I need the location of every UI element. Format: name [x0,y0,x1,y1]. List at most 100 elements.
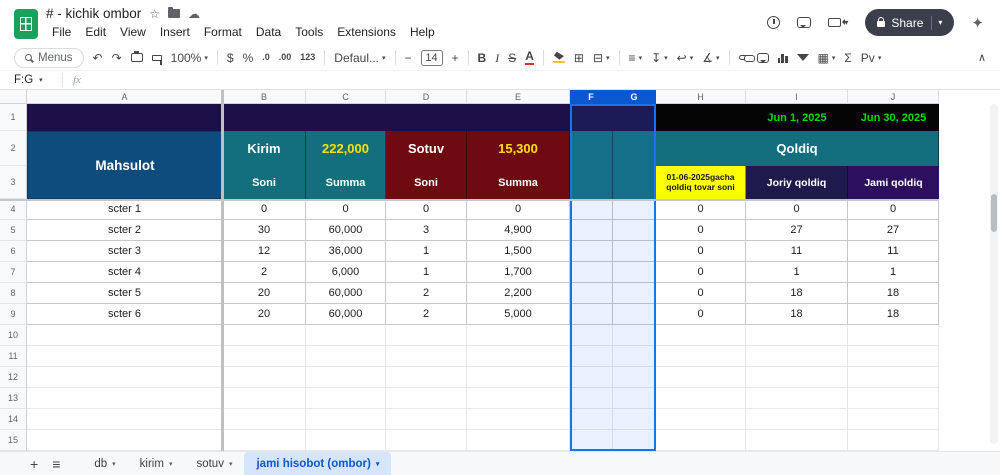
cell-G7[interactable] [613,262,656,283]
cell-J14[interactable] [848,409,939,430]
sheets-logo[interactable] [14,8,38,39]
col-header-H[interactable]: H [656,90,746,104]
cell-I7[interactable]: 1 [746,262,848,283]
cell-H10[interactable] [656,325,746,346]
cell-G9[interactable] [613,304,656,325]
col-header-A[interactable]: A [27,90,223,104]
cell-B14[interactable] [223,409,306,430]
cell-B5[interactable]: 30 [223,220,306,241]
sheet-tab-menu-icon[interactable]: ▾ [169,460,173,468]
cell-D14[interactable] [386,409,467,430]
print-icon[interactable] [130,51,143,62]
frozen-row-divider[interactable] [0,199,939,201]
cell-H6[interactable]: 0 [656,241,746,262]
cell-J12[interactable] [848,367,939,388]
cell-F3[interactable] [570,166,613,199]
cell-H8[interactable]: 0 [656,283,746,304]
cell-J5[interactable]: 27 [848,220,939,241]
cell-E12[interactable] [467,367,570,388]
cell-H3[interactable]: 01-06-2025gacha qoldiq tovar soni [656,166,746,199]
menu-tools[interactable]: Tools [289,25,329,39]
decrease-decimals-button[interactable]: .0 [262,53,270,62]
cell-F1[interactable] [570,104,613,131]
cell-J7[interactable]: 1 [848,262,939,283]
cell-A9[interactable]: scter 6 [27,304,223,325]
cell-C11[interactable] [306,346,386,367]
col-header-C[interactable]: C [306,90,386,104]
cell-C15[interactable] [306,430,386,451]
create-filter-icon[interactable] [796,54,809,61]
row-header-1[interactable]: 1 [0,104,27,131]
cell-D4[interactable]: 0 [386,199,467,220]
cell-B10[interactable] [223,325,306,346]
cell-H1[interactable] [656,104,746,131]
row-header-12[interactable]: 12 [0,367,27,388]
cell-A6[interactable]: scter 3 [27,241,223,262]
cell-C6[interactable]: 36,000 [306,241,386,262]
pivot-dropdown[interactable]: Pv [861,51,882,65]
col-header-B[interactable]: B [223,90,306,104]
cell-E15[interactable] [467,430,570,451]
frozen-column-divider[interactable] [221,90,224,451]
cell-J8[interactable]: 18 [848,283,939,304]
text-wrap-dropdown[interactable]: ↩ [677,51,694,65]
row-header-14[interactable]: 14 [0,409,27,430]
cell-B8[interactable]: 20 [223,283,306,304]
bold-button[interactable]: B [478,52,487,64]
name-box[interactable]: F:G ▾ [0,74,62,86]
cell-C3[interactable]: Summa [306,166,386,199]
cell-H15[interactable] [656,430,746,451]
vertical-scrollbar-thumb[interactable] [991,194,997,232]
cell-F14[interactable] [570,409,613,430]
cell-J4[interactable]: 0 [848,199,939,220]
hide-toolbar-button[interactable]: ∧ [978,51,986,64]
cell-A5[interactable]: scter 2 [27,220,223,241]
cell-A13[interactable] [27,388,223,409]
cell-G14[interactable] [613,409,656,430]
cell-I4[interactable]: 0 [746,199,848,220]
cell-G11[interactable] [613,346,656,367]
cell-A4[interactable]: scter 1 [27,199,223,220]
col-header-J[interactable]: J [848,90,939,104]
cell-E4[interactable]: 0 [467,199,570,220]
cell-A10[interactable] [27,325,223,346]
cell-A2-A3-merged[interactable]: Mahsulot [27,131,223,199]
cell-B15[interactable] [223,430,306,451]
row-header-9[interactable]: 9 [0,304,27,325]
cell-J13[interactable] [848,388,939,409]
cell-D5[interactable]: 3 [386,220,467,241]
cell-D2[interactable]: Sotuv [386,131,467,166]
cell-E9[interactable]: 5,000 [467,304,570,325]
menu-view[interactable]: View [114,25,152,39]
cell-J1[interactable]: Jun 30, 2025 [848,104,939,131]
insert-comment-icon[interactable] [756,52,769,63]
cell-B4[interactable]: 0 [223,199,306,220]
cell-J15[interactable] [848,430,939,451]
row-header-6[interactable]: 6 [0,241,27,262]
cell-B11[interactable] [223,346,306,367]
cell-G3[interactable] [613,166,656,199]
cell-J10[interactable] [848,325,939,346]
row-header-5[interactable]: 5 [0,220,27,241]
cell-H5[interactable]: 0 [656,220,746,241]
cell-F12[interactable] [570,367,613,388]
col-header-G[interactable]: G [613,90,656,104]
vertical-align-dropdown[interactable]: ↧ [651,51,668,65]
col-header-F[interactable]: F [570,90,613,104]
cell-I8[interactable]: 18 [746,283,848,304]
cell-F15[interactable] [570,430,613,451]
cell-A11[interactable] [27,346,223,367]
cell-G4[interactable] [613,199,656,220]
cell-G5[interactable] [613,220,656,241]
menu-data[interactable]: Data [250,25,287,39]
undo-button[interactable]: ↶ [93,52,103,64]
all-sheets-button[interactable]: ≡ [52,457,60,471]
cell-E13[interactable] [467,388,570,409]
cell-B6[interactable]: 12 [223,241,306,262]
cell-I11[interactable] [746,346,848,367]
col-header-E[interactable]: E [467,90,570,104]
cell-J3[interactable]: Jami qoldiq [848,166,939,199]
cell-G10[interactable] [613,325,656,346]
fill-color-button[interactable] [552,51,565,64]
share-chevron-icon[interactable]: ▾ [938,18,942,27]
